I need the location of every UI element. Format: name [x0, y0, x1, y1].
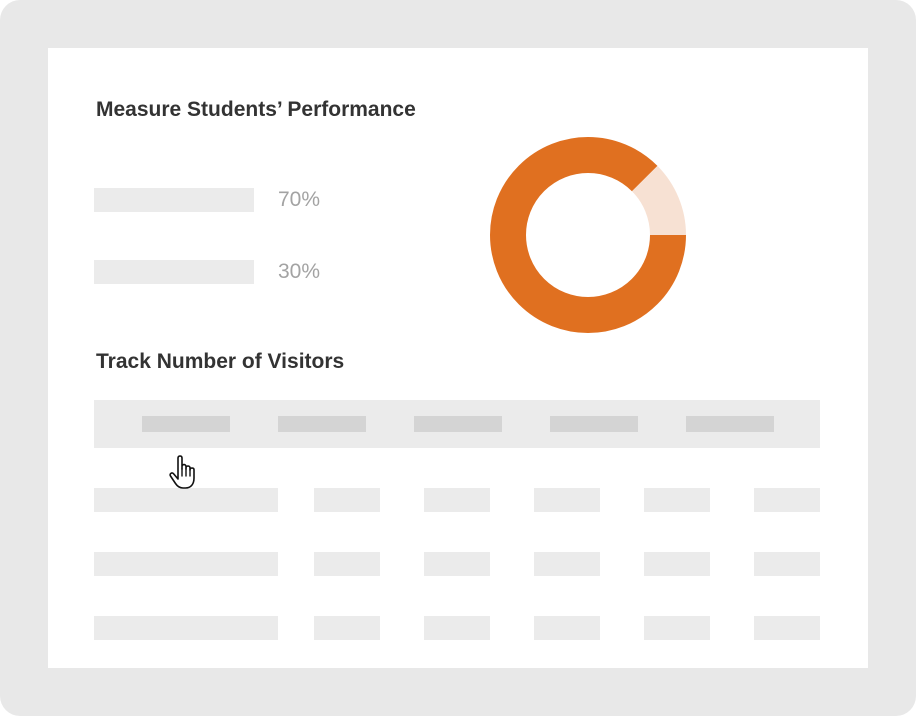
- table-row-placeholder-cell: [754, 488, 820, 512]
- header-placeholder-cell: [278, 416, 366, 432]
- table-row-placeholder-cell: [94, 488, 278, 512]
- header-placeholder-cell: [142, 416, 230, 432]
- table-row-placeholder-cell: [534, 488, 600, 512]
- stat-percent-label: 70%: [278, 188, 321, 211]
- stat-row: 70%: [94, 188, 354, 212]
- table-row-placeholder-cell: [314, 616, 380, 640]
- visitors-table-header: [94, 400, 820, 448]
- table-row-placeholder-cell: [424, 616, 490, 640]
- performance-title: Measure Students’ Performance: [96, 98, 416, 121]
- table-row-placeholder-cell: [644, 488, 710, 512]
- hand-pointer-icon: [169, 455, 195, 489]
- header-placeholder-cell: [550, 416, 638, 432]
- table-row-placeholder-cell: [94, 552, 278, 576]
- window-frame: Measure Students’ Performance 70% 30% Tr…: [0, 0, 916, 716]
- performance-donut-chart: [490, 137, 686, 333]
- dashboard-card: Measure Students’ Performance 70% 30% Tr…: [48, 48, 868, 668]
- table-row-placeholder-cell: [424, 552, 490, 576]
- table-row-placeholder-cell: [314, 552, 380, 576]
- header-placeholder-cell: [414, 416, 502, 432]
- table-row-placeholder-cell: [94, 616, 278, 640]
- stat-row: 30%: [94, 260, 354, 284]
- header-placeholder-cell: [686, 416, 774, 432]
- table-row-placeholder-cell: [534, 552, 600, 576]
- stat-percent-label: 30%: [278, 260, 321, 283]
- donut-slice-main: [490, 137, 686, 333]
- table-row-placeholder-cell: [644, 616, 710, 640]
- table-row-placeholder-cell: [754, 552, 820, 576]
- table-row-placeholder-cell: [644, 552, 710, 576]
- stat-placeholder-bar: [94, 260, 254, 284]
- table-row-placeholder-cell: [314, 488, 380, 512]
- table-row-placeholder-cell: [754, 616, 820, 640]
- stat-placeholder-bar: [94, 188, 254, 212]
- table-row-placeholder-cell: [534, 616, 600, 640]
- table-row-placeholder-cell: [424, 488, 490, 512]
- visitors-title: Track Number of Visitors: [96, 350, 345, 373]
